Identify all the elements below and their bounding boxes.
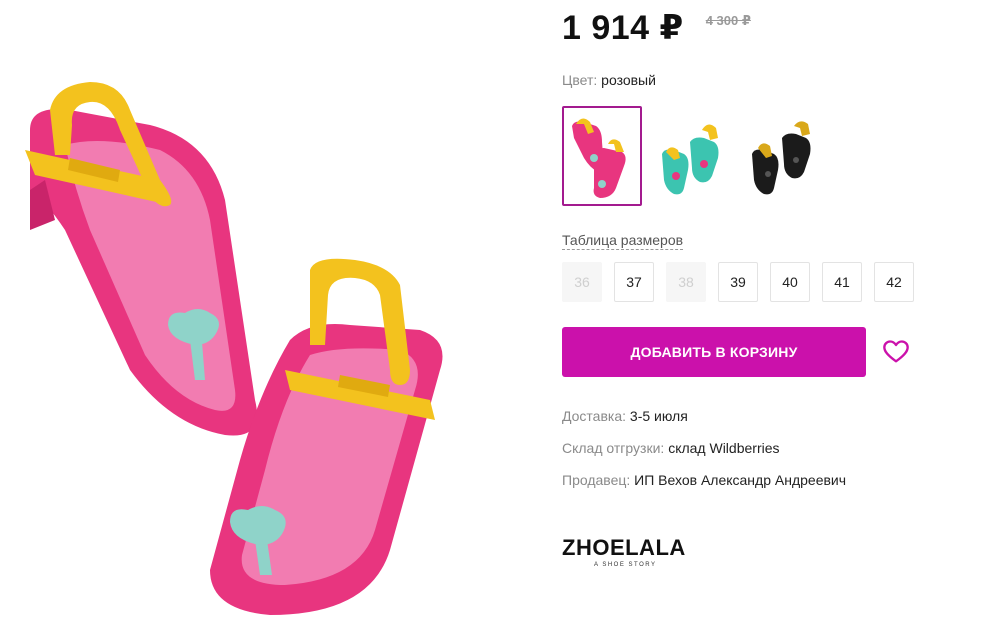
warehouse-label: Склад отгрузки: [562, 440, 665, 456]
color-swatch-pink[interactable] [562, 106, 642, 206]
old-price: 4 300 ₽ [705, 13, 751, 28]
color-selector-label: Цвет: розовый [562, 72, 656, 88]
brand-logo[interactable]: ZHOELALA A SHOE STORY [562, 535, 692, 569]
current-price: 1 914 ₽ [562, 9, 684, 47]
swatch-mint-sandals-image [662, 124, 719, 195]
size-option-42[interactable]: 42 [874, 262, 914, 302]
color-value: розовый [601, 72, 656, 88]
size-selector: 36 37 38 39 40 41 42 [562, 262, 926, 302]
color-swatches [562, 106, 832, 206]
warehouse-info: Склад отгрузки: склад Wildberries [562, 440, 780, 456]
seller-info: Продавец: ИП Вехов Александр Андреевич [562, 472, 846, 488]
warehouse-value: склад Wildberries [668, 440, 780, 456]
product-photo-pink-sandals [25, 82, 443, 615]
seller-value[interactable]: ИП Вехов Александр Андреевич [634, 472, 846, 488]
size-table-link[interactable]: Таблица размеров [562, 232, 684, 250]
size-option-37[interactable]: 37 [614, 262, 654, 302]
size-option-41[interactable]: 41 [822, 262, 862, 302]
size-option-40[interactable]: 40 [770, 262, 810, 302]
seller-label: Продавец: [562, 472, 631, 488]
heart-outline-icon[interactable] [882, 338, 910, 366]
swatch-black-sandals-image [752, 121, 811, 195]
product-info: 1 914 ₽ 4 300 ₽ Цвет: розовый Таблица ра… [562, 0, 992, 618]
size-option-39[interactable]: 39 [718, 262, 758, 302]
swatch-pink-sandals-image [572, 118, 626, 198]
add-to-cart-button[interactable]: ДОБАВИТЬ В КОРЗИНУ [562, 327, 866, 377]
delivery-value: 3-5 июля [629, 408, 688, 424]
wishlist-heart-icon [883, 340, 909, 363]
color-swatch-black[interactable] [742, 106, 822, 206]
brand-name: ZHOELALA [562, 535, 686, 560]
delivery-label: Доставка: [562, 408, 627, 424]
product-page: 1 914 ₽ 4 300 ₽ Цвет: розовый Таблица ра… [0, 0, 1004, 618]
color-swatch-mint[interactable] [652, 106, 732, 206]
delivery-info: Доставка: 3-5 июля [562, 408, 688, 424]
brand-tagline: A SHOE STORY [594, 562, 657, 568]
color-label: Цвет: [562, 72, 598, 88]
price-block: 1 914 ₽ 4 300 ₽ [562, 8, 751, 48]
size-option-36[interactable]: 36 [562, 262, 602, 302]
size-option-38[interactable]: 38 [666, 262, 706, 302]
product-image [10, 70, 470, 615]
